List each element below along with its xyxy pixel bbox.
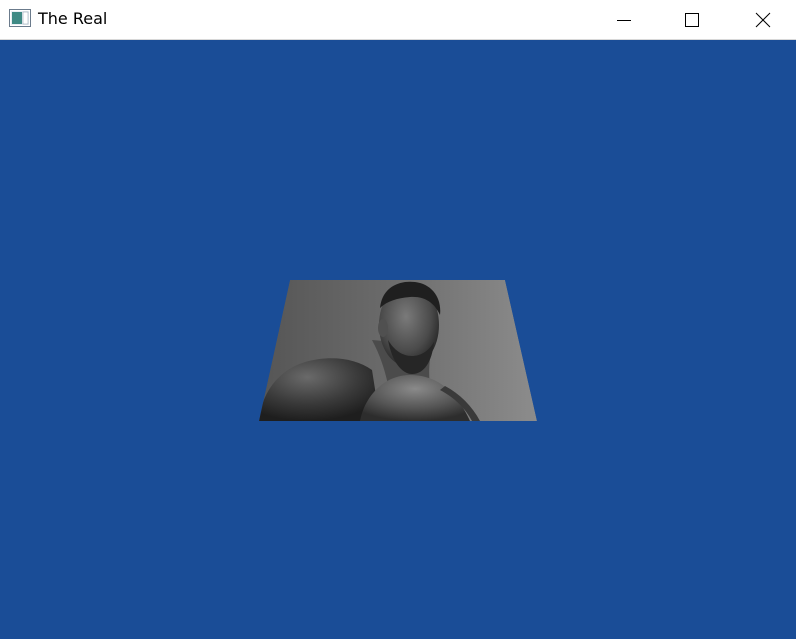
minimize-button[interactable] [601,0,647,40]
close-button[interactable] [740,0,786,40]
maximize-button[interactable] [669,0,715,40]
minimize-icon [617,20,631,21]
title-bar[interactable]: The Real [0,0,796,40]
close-icon [755,12,771,28]
textured-quad [259,280,537,421]
maximize-icon [685,13,699,27]
render-canvas [0,40,796,639]
app-window: The Real [0,0,796,639]
window-title: The Real [38,9,108,28]
app-window-icon [9,9,31,27]
render-viewport[interactable] [0,40,796,639]
